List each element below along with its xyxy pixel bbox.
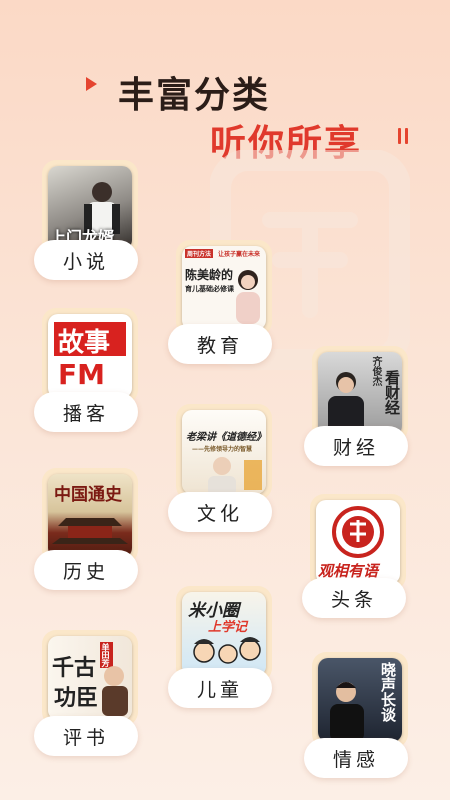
elder-storyteller-icon (102, 666, 128, 716)
category-label: 财经 (304, 426, 408, 466)
category-emotion[interactable]: 晓声长谈 情感 (304, 652, 424, 778)
play-arrow-icon (86, 77, 97, 91)
pause-icon (398, 128, 408, 144)
headline-cover-image: 观相有语 (316, 500, 400, 584)
category-education[interactable]: 周刊方法 让孩子赢在未来 陈美龄的 育儿基础必修课 教育 (168, 240, 288, 364)
headline-line1: 丰富分类 (118, 75, 271, 116)
podcast-cover-fm: FM (58, 358, 105, 391)
category-finance[interactable]: 齐俊杰 看财经 财经 (304, 346, 424, 466)
category-storytelling[interactable]: 千古 功臣 单田芳 评书 (34, 630, 154, 756)
history-cover-title: 中国通史 (54, 485, 122, 505)
category-label: 评书 (34, 716, 138, 756)
children-cover-image: 米小圈 上学记 (182, 592, 266, 676)
category-label: 教育 (168, 324, 272, 364)
emotion-cover-image: 晓声长谈 (318, 658, 402, 742)
podcast-cover-title: 故事 (58, 328, 111, 358)
category-label: 儿童 (168, 668, 272, 708)
category-label: 情感 (304, 738, 408, 778)
category-label: 头条 (302, 578, 406, 618)
category-label: 播客 (34, 392, 138, 432)
category-label: 文化 (168, 492, 272, 532)
elder-portrait-icon (208, 457, 262, 494)
culture-cover-image: 老梁讲《道德经》 ——先修领导力的智慧 (182, 410, 266, 494)
history-cover-image: 中国通史 (48, 474, 132, 558)
podcast-cover-image: 故事 FM (48, 314, 132, 398)
category-history[interactable]: 中国通史 历史 (34, 468, 154, 590)
cartoon-kids-icon (193, 637, 261, 664)
emotion-cover-title: 晓声长谈 (379, 662, 397, 722)
finance-cover-image: 齐俊杰 看财经 (318, 352, 402, 436)
woman-portrait-icon (236, 270, 260, 324)
education-cover-image: 周刊方法 让孩子赢在未来 陈美龄的 育儿基础必修课 (182, 246, 266, 330)
category-label: 小说 (34, 240, 138, 280)
category-headline[interactable]: 观相有语 头条 (302, 494, 422, 618)
novel-cover-image: 上门龙婿 (48, 166, 132, 250)
category-label: 历史 (34, 550, 138, 590)
storytelling-cover-image: 千古 功臣 单田芳 (48, 636, 132, 720)
finance-cover-title: 看财经 (383, 370, 401, 415)
category-podcast[interactable]: 故事 FM 播客 (34, 308, 154, 432)
finance-cover-name: 齐俊杰 (370, 356, 381, 386)
category-novel[interactable]: 上门龙婿 小说 (34, 160, 154, 280)
category-children[interactable]: 米小圈 上学记 儿童 (168, 586, 288, 708)
category-culture[interactable]: 老梁讲《道德经》 ——先修领导力的智慧 文化 (168, 404, 288, 532)
